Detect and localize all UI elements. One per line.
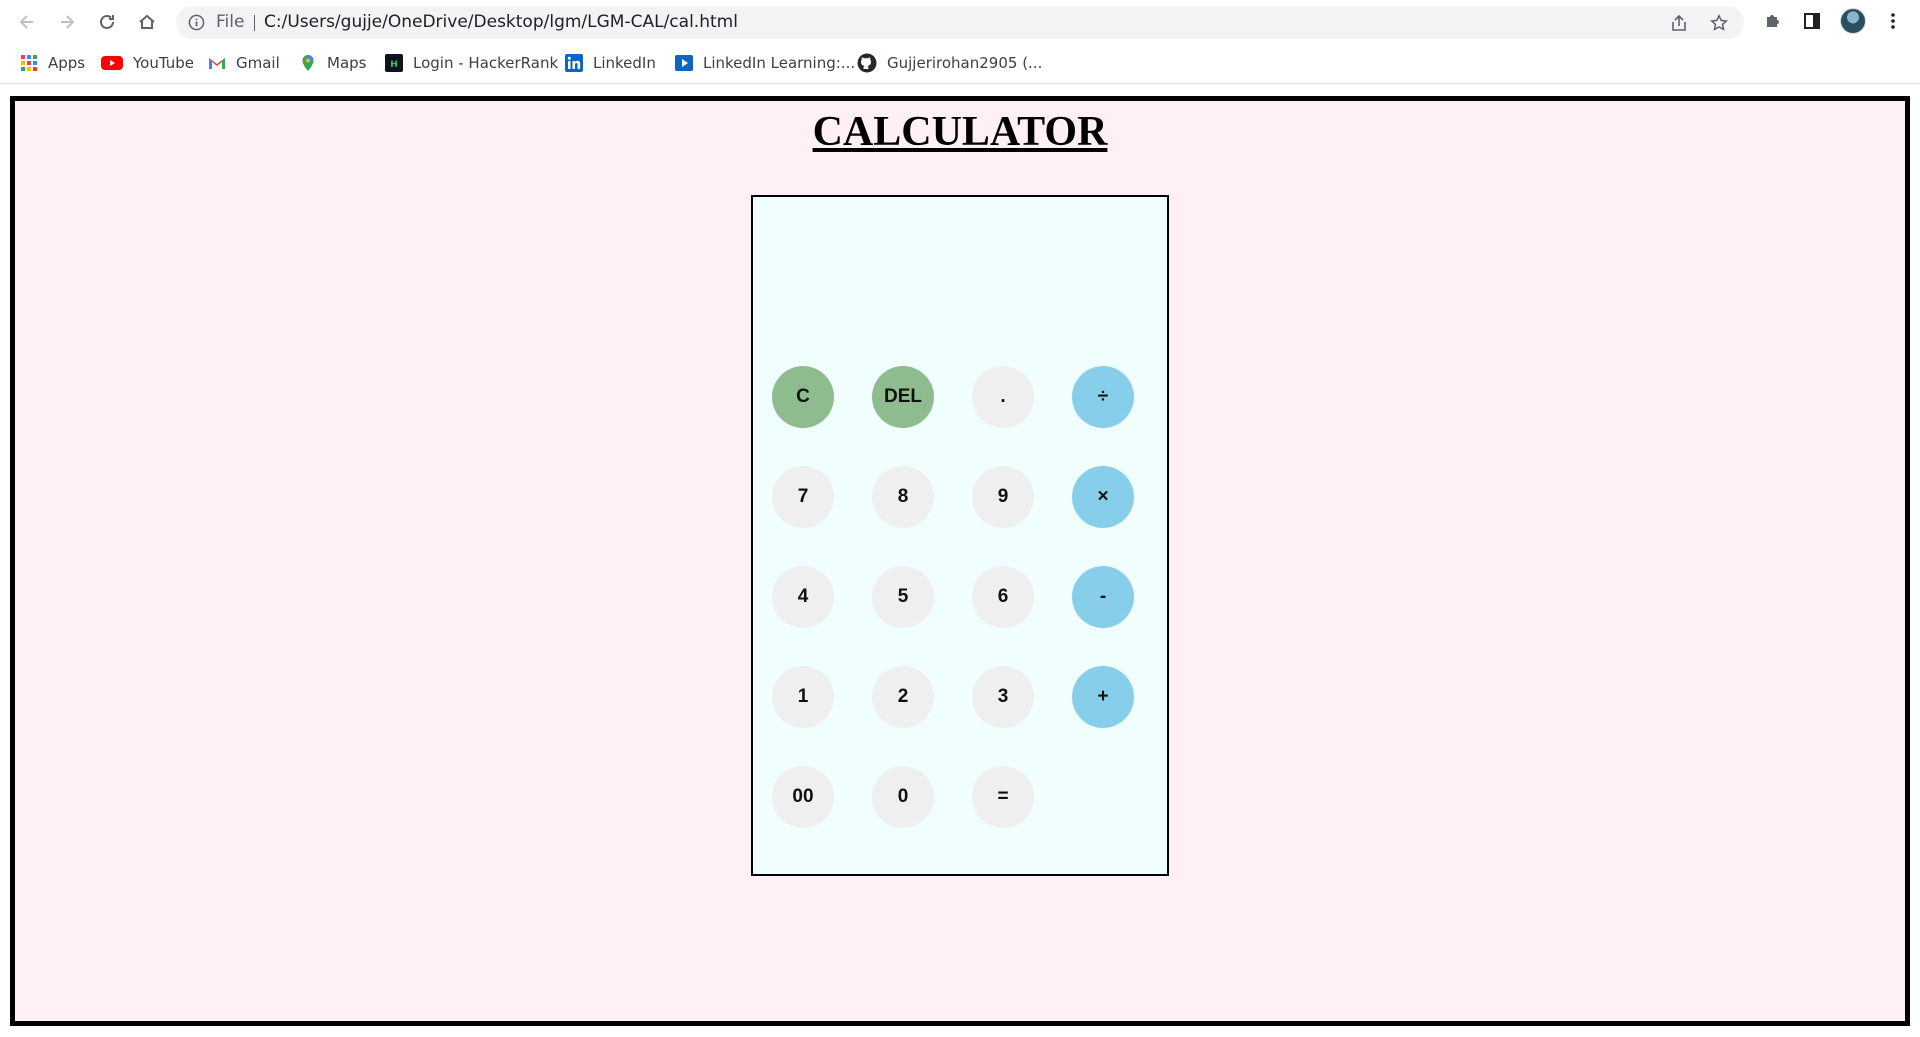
bookmark-label: Gujjerirohan2905 (...	[887, 54, 1043, 72]
side-panel-icon	[1804, 13, 1820, 29]
digit-0-button[interactable]: 0	[872, 766, 934, 828]
home-button[interactable]	[133, 8, 161, 36]
calculator: C DEL . ÷ 7 8 9 × 4 5 6 - 1 2 3 + 00 0 =	[751, 195, 1169, 876]
bookmark-label: Maps	[327, 54, 367, 72]
puzzle-icon	[1767, 15, 1779, 27]
digit-4-button[interactable]: 4	[772, 566, 834, 628]
youtube-icon	[101, 56, 123, 70]
linkedin-icon	[565, 54, 583, 72]
subtract-button[interactable]: -	[1072, 566, 1134, 628]
bookmark-youtube[interactable]: YouTube	[101, 44, 194, 82]
maps-pin-icon	[302, 55, 314, 71]
apps-grid-icon	[21, 55, 37, 71]
digit-8-button[interactable]: 8	[872, 466, 934, 528]
kebab-menu-icon	[1891, 13, 1895, 29]
reload-icon	[100, 14, 114, 29]
gmail-icon	[209, 58, 225, 69]
profile-avatar[interactable]	[1840, 8, 1866, 34]
page-viewport: CALCULATOR C DEL . ÷ 7 8 9 × 4 5 6 - 1 2…	[0, 85, 1920, 1037]
star-icon[interactable]	[1710, 14, 1728, 32]
arrow-right-icon	[61, 15, 75, 29]
reload-button[interactable]	[93, 8, 121, 36]
bookmark-label: Login - HackerRank	[413, 54, 559, 72]
extensions-button[interactable]	[1762, 10, 1784, 32]
page-frame: CALCULATOR C DEL . ÷ 7 8 9 × 4 5 6 - 1 2…	[10, 96, 1910, 1026]
bookmark-gmail[interactable]: Gmail	[208, 44, 280, 82]
info-icon[interactable]	[188, 14, 205, 31]
digit-1-button[interactable]: 1	[772, 666, 834, 728]
digit-2-button[interactable]: 2	[872, 666, 934, 728]
arrow-left-icon	[19, 15, 33, 29]
equals-button[interactable]: =	[972, 766, 1034, 828]
digit-7-button[interactable]: 7	[772, 466, 834, 528]
address-bar[interactable]: File C:/Users/gujje/OneDrive/Desktop/lgm…	[176, 6, 1744, 39]
digit-5-button[interactable]: 5	[872, 566, 934, 628]
share-icon[interactable]	[1670, 14, 1688, 32]
hackerrank-icon: H	[385, 54, 403, 72]
linkedin-learning-icon	[675, 55, 693, 71]
github-icon	[857, 53, 877, 73]
delete-button[interactable]: DEL	[872, 366, 934, 428]
bookmark-apps[interactable]: Apps	[20, 44, 85, 82]
bookmark-hackerrank[interactable]: H Login - HackerRank	[385, 44, 558, 82]
bookmark-label: Apps	[48, 54, 86, 72]
clear-button[interactable]: C	[772, 366, 834, 428]
digit-9-button[interactable]: 9	[972, 466, 1034, 528]
url-text[interactable]: C:/Users/gujje/OneDrive/Desktop/lgm/LGM-…	[264, 6, 738, 39]
home-icon	[139, 14, 155, 29]
double-zero-button[interactable]: 00	[772, 766, 834, 828]
bookmark-label: LinkedIn	[593, 54, 656, 72]
bookmark-maps[interactable]: Maps	[299, 44, 366, 82]
url-scheme-label: File	[216, 12, 245, 32]
digit-3-button[interactable]: 3	[972, 666, 1034, 728]
bookmark-linkedin-learning[interactable]: LinkedIn Learning:...	[675, 44, 855, 82]
decimal-button[interactable]: .	[972, 366, 1034, 428]
bookmark-label: Gmail	[236, 54, 280, 72]
digit-6-button[interactable]: 6	[972, 566, 1034, 628]
bookmarks-bar: Apps YouTube Gmail Maps H Login - Hacker…	[0, 44, 1920, 84]
divide-button[interactable]: ÷	[1072, 366, 1134, 428]
bookmark-label: YouTube	[133, 54, 194, 72]
side-panel-button[interactable]	[1801, 10, 1823, 32]
url-separator	[254, 15, 255, 31]
page-title: CALCULATOR	[812, 109, 1108, 155]
bookmark-label: LinkedIn Learning:...	[703, 54, 856, 72]
multiply-button[interactable]: ×	[1072, 466, 1134, 528]
svg-text:H: H	[390, 60, 398, 70]
bookmark-github[interactable]: Gujjerirohan2905 (...	[857, 44, 1042, 82]
browser-toolbar: File C:/Users/gujje/OneDrive/Desktop/lgm…	[0, 0, 1920, 44]
bookmark-linkedin[interactable]: LinkedIn	[565, 44, 656, 82]
calculator-display[interactable]	[753, 197, 1167, 347]
add-button[interactable]: +	[1072, 666, 1134, 728]
forward-button[interactable]	[53, 8, 81, 36]
browser-menu-button[interactable]	[1882, 10, 1904, 32]
back-button[interactable]	[13, 8, 41, 36]
